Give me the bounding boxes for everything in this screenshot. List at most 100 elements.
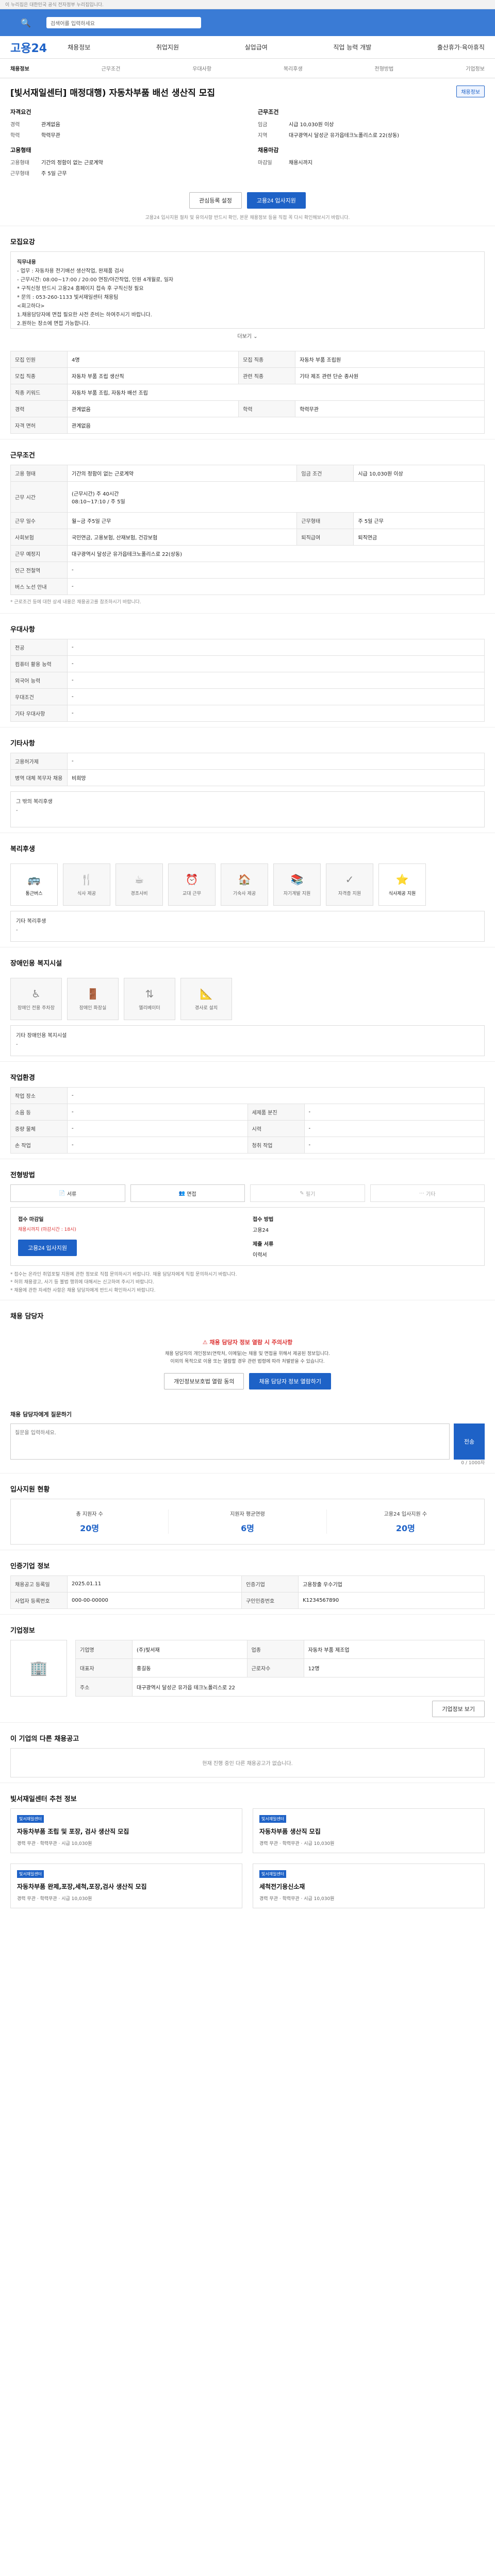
table-cell: 대구광역시 달성군 유가읍 테크노폴리스로 22 [132,1677,485,1697]
facility-label: 경사로 설치 [194,1005,218,1011]
table-row: 손 작업 - 청취 작업 - [10,1137,485,1154]
alert-line: 채용 담당자의 개인정보(연락처, 이메일)는 채용 및 면접을 위해서 제공된… [164,1351,330,1357]
tab-item[interactable]: 채용정보 [10,64,29,72]
value: 학력무관 [41,133,60,139]
summary-row: 고용형태 기간의 정함이 없는 근로계약 [10,158,237,166]
section-title: 이 기업의 다른 채용공고 [10,1735,79,1743]
etc-table: 고용허가제 - 병역 대체 복무자 채용 비희망 [10,753,485,786]
method-item: 📄 서류 [10,1184,125,1202]
inquiry-title: 채용 담당자에게 질문하기 [10,1411,72,1418]
card-meta: 경력 무관 · 학력무관 · 시급 10,030원 [259,1896,335,1902]
table-header: 모집 직종 [10,367,68,384]
gov-banner: 이 누리집은 대한민국 공식 전자정부 누리집입니다. [0,0,495,9]
table-header: 근무형태 [296,512,354,529]
desc-line: * 구직신청 반드시 고용24 홈페이지 접속 후 구직신청 필요 [17,286,144,292]
table-header: 근무 예정지 [10,545,68,562]
menu-item[interactable]: 채용정보 [68,43,90,52]
view-company-button[interactable]: 기업정보 보기 [432,1700,485,1717]
summary-right: 근무조건 임금 시급 10,030원 이상 지역 대구광역시 달성군 유가읍테크노폴… [258,105,485,180]
summary-row: 임금 시급 10,030원 이상 [258,120,485,128]
related-section: 이 기업의 다른 채용공고 현재 진행 중인 다른 채용공고가 없습니다. [0,1722,495,1783]
tab-item[interactable]: 전형방법 [375,64,394,72]
welfare-card: ☕ 경조사비 [116,863,163,906]
inquiry-input[interactable] [10,1423,450,1460]
table-row: 자격 면허 관계없음 [10,417,485,434]
alert-line: 이외의 목적으로 이용 또는 열람할 경우 관련 법령에 따라 처벌받을 수 있… [170,1359,325,1365]
tab-item[interactable]: 우대사항 [192,64,211,72]
table-cell: - [67,753,485,770]
table-header: 중량 물체 [10,1120,68,1137]
value: 시급 10,030원 이상 [289,122,334,128]
apply-deadline-label: 접수 마감일 [18,1217,44,1223]
tab-item[interactable]: 기업정보 [466,64,485,72]
table-cell: 홍길동 [132,1658,248,1678]
section-title: 복리후생 [10,845,35,853]
welfare-etc-label: 기타 복리후생 [16,919,46,924]
cert-table: 채용공고 등록일 2025.01.11 인증기업 고용창출 우수기업 사업자 등록번호… [10,1575,485,1609]
table-cell: 주 5일 근무 [353,512,485,529]
stat-item: 총 지원자 수 20명 [11,1509,169,1534]
detail-section: 모집요강 직무내용 - 업무 : 자동차용 전기배선 생산작업, 완제품 검사 … [0,226,495,439]
stat-item: 지원자 평균연령 6명 [169,1509,327,1534]
table-cell: 국민연금, 고용보험, 산재보험, 건강보험 [67,529,298,546]
welfare-etc-value: - [16,927,18,933]
value: 채용시까지 [289,160,312,166]
view-contact-button[interactable]: 채용 담당자 정보 열람하기 [249,1373,331,1390]
table-cell: - [304,1104,485,1121]
recommend-card[interactable]: 빛서재일센터 세척전기용신소재 경력 무관 · 학력무관 · 시급 10,030… [253,1863,485,1908]
welfare-card: 🍴 식사 제공 [63,863,110,906]
tab-item[interactable]: 근무조건 [102,64,121,72]
table-row: 주소 대구광역시 달성군 유가읍 테크노폴리스로 22 [75,1677,485,1697]
privacy-agree-button[interactable]: 개인정보보호법 열람 동의 [164,1373,244,1390]
related-empty: 현재 진행 중인 다른 채용공고가 없습니다. [10,1748,485,1777]
bus-icon: 🚌 [27,873,41,886]
dots-icon: ⋯ [419,1190,426,1196]
section-tabs: 채용정보 근무조건 우대사항 복리후생 전형방법 기업정보 [0,59,495,78]
stats-box: 총 지원자 수 20명 지원자 평균연령 6명 고용24 입사지원 수 20명 [10,1498,485,1545]
disability-etc-box: 기타 장애인용 복지시설 - [10,1025,485,1056]
apply-method-label: 접수 방법 [253,1217,274,1223]
recommend-card[interactable]: 빛서재일센터 자동차부품 완제,포장,세척,포장,검사 생산직 모집 경력 무관… [10,1863,242,1908]
site-logo[interactable]: 고용24 [10,39,47,56]
table-header: 학력 [238,400,296,417]
stat-label: 총 지원자 수 [76,1511,103,1517]
section-title: 장애인용 복지시설 [10,960,62,968]
job-tag: 채용정보 [456,86,485,97]
recommend-card[interactable]: 빛서재일센터 자동차부품 조립 및 포장, 검사 생산직 모집 경력 무관 · … [10,1808,242,1853]
more-button[interactable]: 더보기 ⌄ [10,329,485,343]
send-button[interactable]: 전송 [454,1423,485,1460]
facility-card: 📐 경사로 설치 [180,978,232,1020]
apply-button[interactable]: 고용24 입사지원 [246,192,306,209]
search-input[interactable]: 검색어를 입력하세요 [46,17,201,28]
welfare-label: 경조사비 [130,891,148,896]
recommend-card[interactable]: 빛서재일센터 자동차부품 생산직 모집 경력 무관 · 학력무관 · 시급 10… [253,1808,485,1853]
welfare-label: 식사제공 지원 [388,891,416,896]
menu-item[interactable]: 실업급여 [245,43,268,52]
tab-item[interactable]: 복리후생 [284,64,303,72]
apply-button-secondary[interactable]: 고용24 입사지원 [18,1240,77,1256]
table-cell: 자동차 부품 조립원 [295,351,485,368]
interest-button[interactable]: 관심등록 설정 [189,192,242,209]
table-header: 기업명 [75,1639,133,1659]
table-cell: - [304,1120,485,1137]
etc-box: 그 밖의 복리후생 - [10,791,485,827]
biz-table: 기업명 (주)빛서재 업종 자동차 부품 제조업 대표자 홍길동 근로자수 12명 주소 대구… [75,1639,485,1697]
section-title: 근무조건 [10,452,35,460]
table-header: 병역 대체 복무자 채용 [10,769,68,786]
search-icon[interactable]: 🔍 [21,18,31,28]
company-cert-section: 인증기업 정보 채용공고 등록일 2025.01.11 인증기업 고용창출 우수기업 … [0,1549,495,1614]
table-row: 우대조건 - [10,688,485,705]
method-label: 서류 [67,1191,77,1197]
table-header: 고용허가제 [10,753,68,770]
menu-item[interactable]: 출산휴가·육아휴직 [437,43,485,52]
env-section: 작업환경 작업 장소 - 소음 등 - 세제품 분진 - 중량 물체 - 시력 - 손 작업 -… [0,1061,495,1159]
table-cell: 자동차 부품 제조업 [303,1639,485,1659]
desc-line: <회고하다> [17,303,45,309]
alert-actions: 개인정보보호법 열람 동의 채용 담당자 정보 열람하기 [10,1366,485,1393]
apply-method-value: 고용24 [253,1228,269,1233]
menu-item[interactable]: 직업 능력 개발 [333,43,371,52]
table-row: 기업명 (주)빛서재 업종 자동차 부품 제조업 [75,1639,485,1659]
menu-item[interactable]: 취업지원 [156,43,179,52]
label: 학력 [10,133,20,139]
table-cell: 12명 [303,1658,485,1678]
